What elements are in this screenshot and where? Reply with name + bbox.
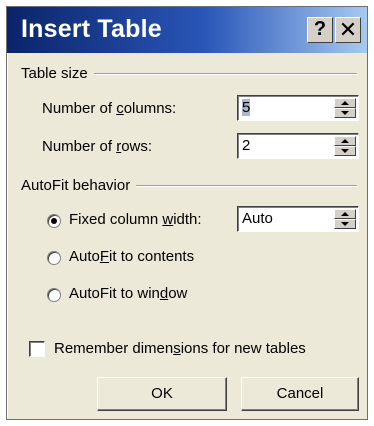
dialog-title: Insert Table	[21, 15, 162, 43]
title-bar[interactable]: Insert Table ? ✕	[7, 7, 367, 53]
columns-spin-up-button[interactable]	[334, 98, 356, 108]
fixed-width-value[interactable]: Auto	[242, 210, 273, 227]
help-button[interactable]: ?	[307, 17, 333, 43]
arrow-down-icon	[341, 111, 349, 115]
columns-label: Number of columns:	[42, 100, 177, 117]
radio-autofit-window[interactable]: AutoFit to window	[47, 285, 247, 307]
radio-button[interactable]	[47, 251, 61, 265]
columns-spinner[interactable]: 5	[237, 95, 359, 121]
remember-dimensions-checkbox[interactable]	[29, 341, 45, 357]
arrow-up-icon	[341, 139, 349, 143]
fixed-width-spin-down-button[interactable]	[334, 219, 356, 229]
fixed-width-spin-buttons	[334, 209, 356, 229]
table-size-group-label: Table size	[21, 65, 94, 82]
columns-spin-down-button[interactable]	[334, 108, 356, 118]
rows-label: Number of rows:	[42, 138, 153, 155]
arrow-up-icon	[341, 212, 349, 216]
arrow-down-icon	[341, 222, 349, 226]
remember-dimensions-label[interactable]: Remember dimensions for new tables	[54, 340, 306, 357]
radio-label-autofit-contents: AutoFit to contents	[69, 248, 195, 265]
radio-label-fixed-width: Fixed column width:	[69, 211, 202, 228]
radio-fixed-column-width[interactable]: Fixed column width:	[47, 211, 237, 233]
radio-button[interactable]	[47, 288, 61, 302]
rows-spin-buttons	[334, 136, 356, 156]
arrow-down-icon	[341, 149, 349, 153]
fixed-width-spin-up-button[interactable]	[334, 209, 356, 219]
radio-button[interactable]	[47, 214, 61, 228]
ok-button[interactable]: OK	[97, 377, 227, 411]
cancel-button[interactable]: Cancel	[241, 377, 359, 411]
close-icon: ✕	[338, 17, 358, 42]
fixed-width-spinner[interactable]: Auto	[237, 206, 359, 232]
columns-value[interactable]: 5	[242, 99, 251, 116]
radio-selected-dot	[51, 218, 57, 224]
rows-spin-down-button[interactable]	[334, 146, 356, 156]
rows-spinner[interactable]: 2	[237, 133, 359, 159]
close-button[interactable]: ✕	[335, 17, 361, 43]
autofit-group-label: AutoFit behavior	[21, 177, 137, 194]
columns-spin-buttons	[334, 98, 356, 118]
rows-value[interactable]: 2	[242, 137, 250, 154]
help-icon: ?	[313, 18, 327, 40]
insert-table-dialog: Insert Table ? ✕ Table size Number of co…	[6, 6, 368, 420]
radio-autofit-contents[interactable]: AutoFit to contents	[47, 248, 247, 270]
arrow-up-icon	[341, 101, 349, 105]
rows-spin-up-button[interactable]	[334, 136, 356, 146]
radio-label-autofit-window: AutoFit to window	[69, 285, 188, 302]
